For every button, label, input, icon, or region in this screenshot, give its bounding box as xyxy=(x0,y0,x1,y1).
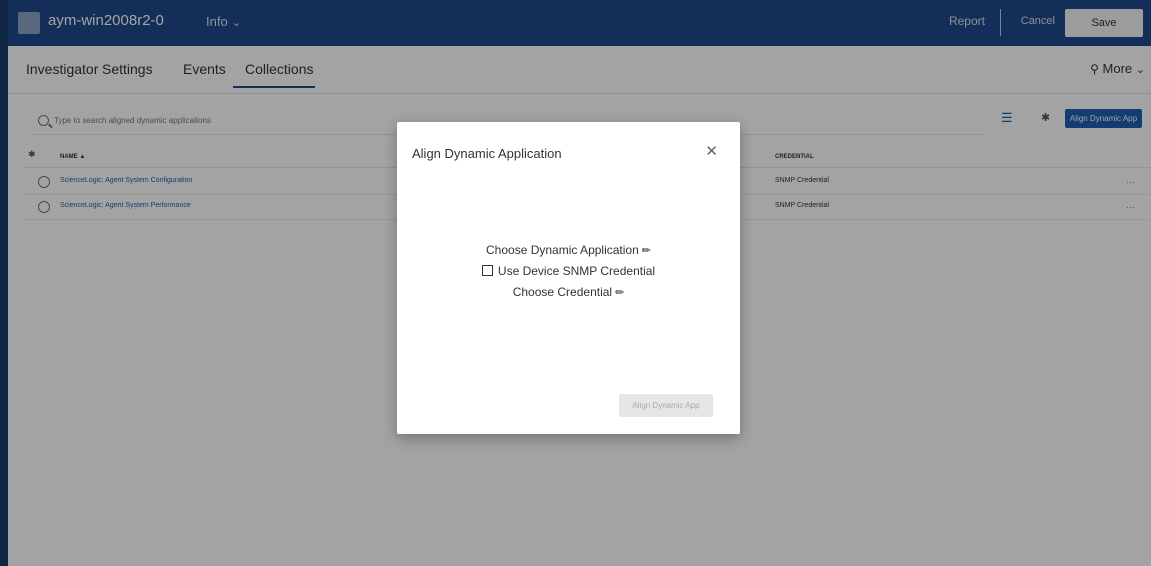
use-snmp-credential-label: Use Device SNMP Credential xyxy=(497,264,656,278)
use-snmp-credential-checkbox[interactable] xyxy=(481,265,493,276)
pencil-icon: ✏ xyxy=(641,245,651,257)
close-icon[interactable]: ✕ xyxy=(705,142,718,160)
modal-align-dynamic-app-button[interactable]: Align Dynamic App xyxy=(619,394,713,417)
align-dynamic-application-modal: Align Dynamic Application ✕ Choose Dynam… xyxy=(397,122,740,434)
use-snmp-credential-option[interactable]: Use Device SNMP Credential xyxy=(397,261,740,281)
modal-title: Align Dynamic Application xyxy=(412,146,562,161)
modal-body: Choose Dynamic Application ✏ Use Device S… xyxy=(397,240,740,303)
choose-credential[interactable]: Choose Credential ✏ xyxy=(397,282,740,302)
pencil-icon: ✏ xyxy=(615,287,625,299)
choose-credential-label: Choose Credential xyxy=(512,285,613,299)
choose-dynamic-application-label: Choose Dynamic Application xyxy=(486,243,639,257)
choose-dynamic-application[interactable]: Choose Dynamic Application ✏ xyxy=(397,240,740,260)
